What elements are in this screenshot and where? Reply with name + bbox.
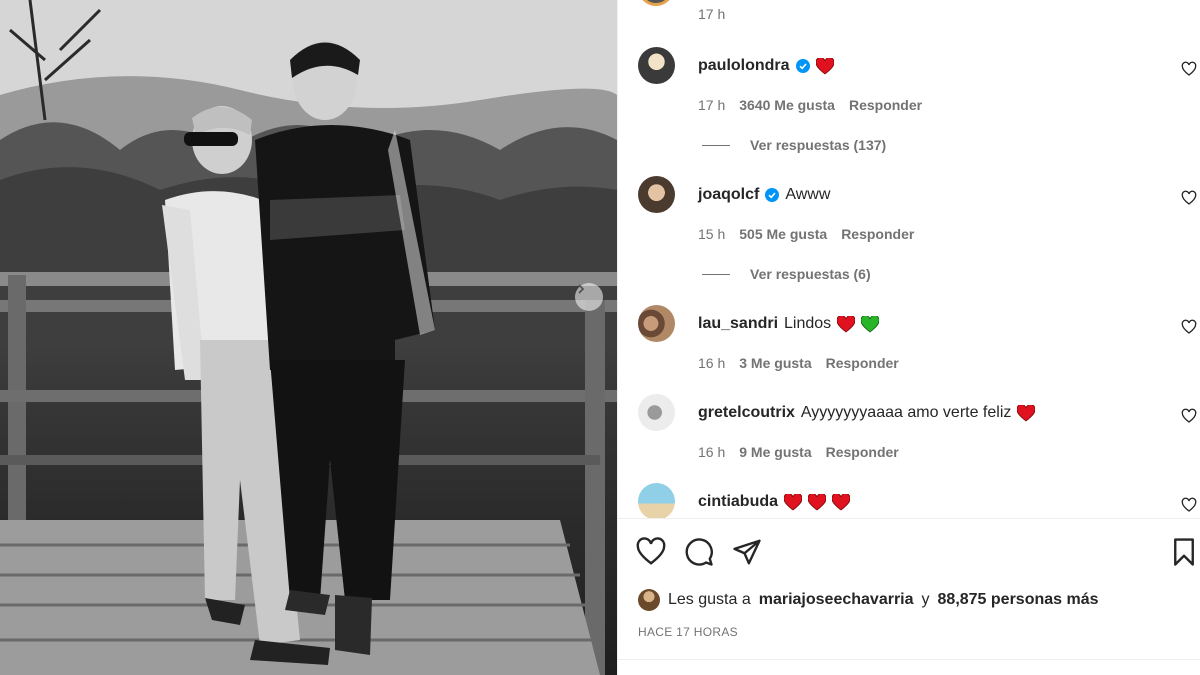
avatar[interactable]: [638, 47, 675, 84]
likes-prefix: Les gusta a: [668, 591, 751, 608]
previous-comment-time: 17 h: [698, 6, 726, 22]
comment-like-icon[interactable]: [1181, 408, 1197, 424]
comment-username[interactable]: lau_sandri: [698, 315, 778, 333]
view-replies-label: Ver respuestas (6): [750, 266, 871, 282]
comment-text: Awww: [785, 186, 831, 203]
list-item: gretelcoutrix Ayyyyyyyaaaa amo verte fel…: [618, 394, 1200, 474]
post-photo[interactable]: [0, 0, 617, 675]
photo-scene: [0, 0, 617, 675]
list-item: joaqolcf Awww 15 h 505 Me gusta Responde…: [618, 176, 1200, 256]
share-icon[interactable]: [732, 537, 762, 567]
comment-username[interactable]: joaqolcf: [698, 186, 759, 204]
view-replies-button[interactable]: Ver respuestas (6): [702, 266, 871, 282]
verified-badge-icon: [795, 59, 810, 73]
red-heart-icon: [832, 493, 851, 510]
red-heart-icon: [837, 315, 856, 332]
reply-button[interactable]: Responder: [826, 355, 899, 371]
verified-badge-icon: [765, 188, 780, 202]
comment-text: Ayyyyyyyaaaa amo verte feliz: [800, 404, 1012, 421]
divider: [618, 659, 1200, 660]
comment-likes[interactable]: 505 Me gusta: [739, 226, 827, 242]
avatar[interactable]: [638, 394, 675, 431]
comment-likes[interactable]: 3 Me gusta: [739, 355, 811, 371]
comment-icon[interactable]: [684, 537, 714, 567]
avatar[interactable]: [638, 305, 675, 342]
list-item: paulolondra 17 h 3640 Me gusta Responder: [618, 47, 1200, 127]
likes-connector: y: [921, 591, 930, 608]
comment-username[interactable]: cintiabuda: [698, 493, 778, 511]
comment-like-icon[interactable]: [1181, 61, 1197, 77]
next-image-button[interactable]: [575, 283, 603, 311]
reply-button[interactable]: Responder: [826, 444, 899, 460]
red-heart-icon: [808, 493, 827, 510]
divider: [702, 144, 730, 146]
likes-others[interactable]: 88,875 personas más: [938, 591, 1099, 609]
avatar[interactable]: [638, 176, 675, 213]
comment-time: 16 h: [698, 355, 726, 371]
comment-time: 16 h: [698, 444, 726, 460]
green-heart-icon: [861, 315, 880, 332]
avatar[interactable]: [638, 483, 675, 518]
list-item: lau_sandri Lindos 16 h 3 Me gusta Respon…: [618, 305, 1200, 385]
heart-icon[interactable]: [636, 537, 666, 567]
liker-username[interactable]: mariajoseechavarria: [759, 591, 914, 609]
comment-like-icon[interactable]: [1181, 319, 1197, 335]
comment-text: Lindos: [784, 315, 832, 332]
avatar[interactable]: [638, 589, 660, 611]
comment-like-icon[interactable]: [1181, 190, 1197, 206]
likes-summary: Les gusta a mariajoseechavarria y 88,875…: [638, 589, 1099, 611]
red-heart-icon: [784, 493, 803, 510]
comment-like-icon[interactable]: [1181, 497, 1197, 513]
comment-likes[interactable]: 3640 Me gusta: [739, 97, 835, 113]
chevron-right-icon: [578, 284, 585, 294]
list-item: cintiabuda: [618, 483, 1200, 518]
post-timestamp[interactable]: HACE 17 HORAS: [638, 625, 738, 639]
bookmark-icon[interactable]: [1169, 537, 1199, 567]
comment-time: 15 h: [698, 226, 726, 242]
divider: [702, 273, 730, 275]
comment-likes[interactable]: 9 Me gusta: [739, 444, 811, 460]
comments-list[interactable]: 17 h paulolondra 17 h 3640 Me gusta Resp…: [618, 0, 1200, 518]
red-heart-icon: [815, 57, 834, 74]
view-replies-label: Ver respuestas (137): [750, 137, 887, 153]
post-sidebar: 17 h paulolondra 17 h 3640 Me gusta Resp…: [617, 0, 1200, 675]
comment-time: 17 h: [698, 97, 726, 113]
comment-username[interactable]: gretelcoutrix: [698, 404, 795, 422]
post-actions: Les gusta a mariajoseechavarria y 88,875…: [618, 518, 1200, 675]
red-heart-icon: [1017, 404, 1036, 421]
comment-username[interactable]: paulolondra: [698, 57, 790, 75]
view-replies-button[interactable]: Ver respuestas (137): [702, 137, 886, 153]
avatar[interactable]: [638, 0, 674, 6]
reply-button[interactable]: Responder: [841, 226, 914, 242]
reply-button[interactable]: Responder: [849, 97, 922, 113]
